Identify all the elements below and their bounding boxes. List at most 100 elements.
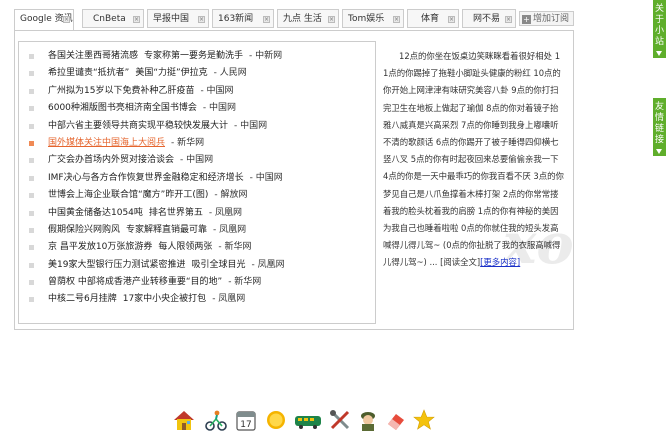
news-source: - 中国网 xyxy=(249,172,283,183)
news-source: - 凤凰网 xyxy=(212,294,246,305)
news-title-link[interactable]: 国外媒体关注中国海上大阅兵 xyxy=(48,138,165,148)
news-extra-link[interactable]: 每人限领两张 xyxy=(158,242,212,252)
news-source: - 新华网 xyxy=(171,137,205,148)
friend-links-label: 友情链接 xyxy=(655,102,665,145)
bullet-icon xyxy=(29,297,34,303)
news-title-link[interactable]: 世博会上海企业联合馆“魔方”昨开工(图) xyxy=(48,190,208,200)
news-source: - 中国网 xyxy=(180,155,214,166)
eraser-icon[interactable] xyxy=(384,408,408,432)
tab-wangbuyi[interactable]: 网不易 × xyxy=(462,9,516,28)
tab-label: CnBeta xyxy=(93,14,126,24)
news-list-box: 各国关注墨西哥猪流感 专家称第一要务是勤洗手 - 中新网希拉里谴责“抵抗者” 美国“力… xyxy=(18,41,376,324)
news-title-link[interactable]: 中部六省主要领导共商实现平稳较快发展大计 xyxy=(48,121,228,131)
tab-label: 网不易 xyxy=(473,14,501,24)
news-item: 各国关注墨西哥猪流感 专家称第一要务是勤洗手 - 中新网 xyxy=(19,48,375,65)
tools-icon[interactable] xyxy=(328,408,352,432)
news-extra-link[interactable]: 专家称第一要务是勤洗手 xyxy=(144,51,243,61)
tab-jiudian-life[interactable]: 九点 生活 × xyxy=(277,9,339,28)
calendar-icon[interactable]: 17 xyxy=(234,408,258,432)
friend-links-tab[interactable]: 友情链接 xyxy=(653,98,666,156)
news-source: - 人民网 xyxy=(213,68,247,79)
tab-label: 早报中国 xyxy=(153,14,190,24)
news-item: 中部六省主要领导共商实现平稳较快发展大计 - 中国网 xyxy=(19,118,375,135)
soldier-icon[interactable] xyxy=(356,408,380,432)
news-title-link[interactable]: 希拉里谴责“抵抗者” xyxy=(48,68,129,78)
news-item: 世博会上海企业联合馆“魔方”昨开工(图) - 解放网 xyxy=(19,187,375,204)
news-source: - 中国网 xyxy=(234,120,268,131)
news-source: - 凤凰网 xyxy=(213,224,247,235)
bullet-icon xyxy=(29,106,34,112)
news-list: 各国关注墨西哥猪流感 专家称第一要务是勤洗手 - 中新网希拉里谴责“抵抗者” 美国“力… xyxy=(19,48,375,309)
tab-tom-ent[interactable]: Tom娱乐 × xyxy=(342,9,404,28)
tab-label: Tom娱乐 xyxy=(348,14,385,24)
tab-163-news[interactable]: 163新闻 × xyxy=(212,9,274,28)
news-source: - 解放网 xyxy=(214,190,248,201)
news-item: 6000种湘版图书亮相济南全国书博会 - 中国网 xyxy=(19,100,375,117)
news-source: - 凤凰网 xyxy=(208,207,243,218)
close-icon[interactable]: × xyxy=(393,16,400,23)
news-title-link[interactable]: 假期保险兴网购风 xyxy=(48,225,120,235)
news-title-link[interactable]: 广州拟为15岁以下免费补种乙肝疫苗 xyxy=(48,86,194,96)
star-icon[interactable] xyxy=(412,408,436,432)
news-title-link[interactable]: 中国黄金储备达1054吨 xyxy=(48,208,143,218)
news-title-link[interactable]: 美19家大型银行压力测试紧密推进 xyxy=(48,260,185,270)
close-icon[interactable]: × xyxy=(448,16,455,23)
home-icon[interactable] xyxy=(172,408,196,432)
tab-label: 九点 生活 xyxy=(283,14,322,24)
close-icon[interactable]: × xyxy=(133,16,140,23)
cyclist-icon[interactable] xyxy=(204,408,228,432)
news-source: - 中国网 xyxy=(202,103,237,114)
close-icon[interactable]: × xyxy=(505,16,512,23)
news-title-link[interactable]: 广交会办首场内外贸对接洽谈会 xyxy=(48,155,174,165)
tab-cnbeta[interactable]: CnBeta × xyxy=(82,9,144,28)
arrow-down-icon xyxy=(656,149,662,154)
train-icon[interactable] xyxy=(293,408,323,432)
news-title-link[interactable]: IMF决心与各方合作恢复世界金融稳定和经济增长 xyxy=(48,173,244,183)
add-subscription-button[interactable]: + 增加订阅 xyxy=(519,11,574,26)
news-title-link[interactable]: 京 昌平发放10万张旅游券 xyxy=(48,242,152,252)
more-content-link[interactable]: [更多内容] xyxy=(480,257,520,267)
news-title-link[interactable]: 6000种湘版图书亮相济南全国书博会 xyxy=(48,103,197,113)
bullet-icon xyxy=(29,88,34,94)
news-title-link[interactable]: 曾荫权 中部将成香港产业转移重要“目的地” xyxy=(48,277,222,287)
bullet-icon xyxy=(29,262,34,268)
news-extra-link[interactable]: 17家中小央企被打包 xyxy=(123,294,206,304)
news-title-link[interactable]: 各国关注墨西哥猪流感 xyxy=(48,51,138,61)
news-item: 假期保险兴网购风 专家解释直销最可靠 - 凤凰网 xyxy=(19,222,375,239)
news-item: 中核二号6月挂牌 17家中小央企被打包 - 凤凰网 xyxy=(19,291,375,308)
news-extra-link[interactable]: 排名世界第五 xyxy=(149,208,203,218)
news-extra-link[interactable]: 吸引全球目光 xyxy=(191,260,245,270)
news-extra-link[interactable]: 专家解释直销最可靠 xyxy=(126,225,207,235)
close-icon[interactable]: × xyxy=(63,16,70,23)
close-icon[interactable]: × xyxy=(198,16,205,23)
news-source: - 中国网 xyxy=(200,85,234,96)
article-excerpt: 12点的你坐在饭桌边笑眯眯看着很好相处 11点的你踢掉了拖鞋小脚趾头健康的粉红 … xyxy=(383,48,565,272)
bullet-icon xyxy=(29,158,34,164)
read-full-link[interactable]: [阅读全文] xyxy=(440,257,480,267)
news-source: - 凤凰网 xyxy=(251,259,285,270)
plus-icon: + xyxy=(522,15,531,24)
sun-icon[interactable] xyxy=(264,408,288,432)
add-subscription-label: 增加订阅 xyxy=(533,14,570,24)
about-site-label: 关于小站 xyxy=(655,4,665,47)
bullet-icon xyxy=(29,175,34,181)
tab-google-news[interactable]: Google 资讯 × xyxy=(14,9,74,30)
close-icon[interactable]: × xyxy=(263,16,270,23)
bullet-icon xyxy=(29,54,34,59)
bullet-icon xyxy=(29,193,34,199)
news-title-link[interactable]: 中核二号6月挂牌 xyxy=(48,294,117,304)
close-icon[interactable]: × xyxy=(328,16,335,23)
svg-text:17: 17 xyxy=(240,420,251,430)
news-item: 希拉里谴责“抵抗者” 美国“力挺”伊拉克 - 人民网 xyxy=(19,65,375,82)
news-item: 广交会办首场内外贸对接洽谈会 - 中国网 xyxy=(19,152,375,169)
tab-bar: Google 资讯 × CnBeta × 早报中国 × 163新闻 × 九点 生… xyxy=(14,9,574,30)
tab-zaobao[interactable]: 早报中国 × xyxy=(147,9,209,28)
bullet-icon xyxy=(29,140,34,146)
news-extra-link[interactable]: 美国“力挺”伊拉克 xyxy=(135,68,207,78)
bullet-icon xyxy=(29,123,34,129)
excerpt-body: 12点的你坐在饭桌边笑眯眯看着很好相处 11点的你踢掉了拖鞋小脚趾头健康的粉红 … xyxy=(383,51,564,268)
tab-sports[interactable]: 体育 × xyxy=(407,9,459,28)
about-site-tab[interactable]: 关于小站 xyxy=(653,0,666,58)
news-item: 国外媒体关注中国海上大阅兵 - 新华网 xyxy=(19,135,375,152)
news-item: 京 昌平发放10万张旅游券 每人限领两张 - 新华网 xyxy=(19,239,375,256)
